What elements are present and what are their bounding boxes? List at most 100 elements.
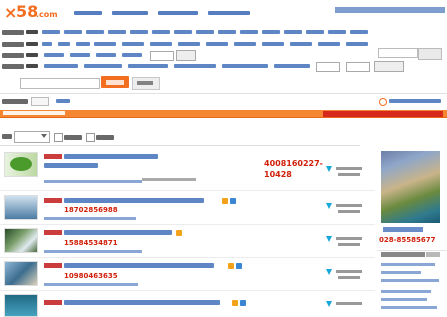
filter-area-option[interactable] xyxy=(218,30,236,34)
search-input[interactable] xyxy=(378,48,418,58)
filter-area-option[interactable] xyxy=(328,30,346,34)
breadcrumb-1[interactable] xyxy=(74,11,102,15)
breadcrumb-4[interactable] xyxy=(208,11,250,15)
filter-area-option[interactable] xyxy=(108,30,126,34)
filter-duration-option[interactable] xyxy=(70,53,90,57)
listing-divider xyxy=(0,224,375,225)
filter-price-all[interactable] xyxy=(26,64,38,68)
filter-area-option[interactable] xyxy=(196,30,214,34)
verified-label xyxy=(336,270,362,273)
right-link[interactable] xyxy=(381,306,437,309)
filter-price-option[interactable] xyxy=(274,64,310,68)
filter-days-option[interactable] xyxy=(178,42,200,46)
filter-area-option[interactable] xyxy=(86,30,104,34)
listing-thumbnail[interactable] xyxy=(4,294,38,317)
filter-area-option[interactable] xyxy=(284,30,302,34)
filter-days-option[interactable] xyxy=(76,42,90,46)
section-title xyxy=(3,111,65,115)
filter-days-option[interactable] xyxy=(122,42,144,46)
right-link[interactable] xyxy=(381,290,431,293)
breadcrumb-3[interactable] xyxy=(158,11,198,15)
right-link[interactable] xyxy=(381,271,421,274)
filter-area-option[interactable] xyxy=(152,30,170,34)
listing-title[interactable] xyxy=(64,154,158,159)
filter-price-option[interactable] xyxy=(128,64,168,68)
price-max-input[interactable] xyxy=(346,62,370,72)
listing-thumbnail[interactable] xyxy=(4,195,38,220)
ad-image[interactable] xyxy=(381,151,440,223)
right-divider xyxy=(377,250,447,251)
breadcrumb-2[interactable] xyxy=(112,11,148,15)
keyword-input[interactable] xyxy=(20,78,100,89)
ad-company-name[interactable] xyxy=(383,227,423,232)
right-section-more[interactable] xyxy=(426,252,440,257)
filter-duration-option[interactable] xyxy=(96,53,116,57)
duration-input[interactable] xyxy=(150,51,174,61)
badge-icon xyxy=(176,230,182,236)
filter-days-option[interactable] xyxy=(94,42,116,46)
filter-area-option[interactable] xyxy=(306,30,324,34)
listing-title-cont[interactable] xyxy=(44,163,98,168)
search-button[interactable] xyxy=(418,48,442,60)
filter-days-option[interactable] xyxy=(58,42,70,46)
header-links[interactable] xyxy=(335,7,445,13)
selected-tag[interactable] xyxy=(31,97,49,106)
filter-area-option[interactable] xyxy=(240,30,258,34)
listing-meta xyxy=(142,178,196,181)
listing-company[interactable] xyxy=(44,180,142,183)
filter-area-option[interactable] xyxy=(64,30,82,34)
filter-days-option[interactable] xyxy=(290,42,312,46)
verified-label xyxy=(338,173,360,176)
duration-filter-button[interactable] xyxy=(176,50,196,61)
verified-label xyxy=(338,210,360,213)
right-link[interactable] xyxy=(381,279,439,282)
filter-days-option[interactable] xyxy=(234,42,256,46)
filter-area-option[interactable] xyxy=(262,30,280,34)
help-icon[interactable] xyxy=(379,98,387,106)
filter-days-all[interactable] xyxy=(26,42,38,46)
right-link[interactable] xyxy=(381,298,427,301)
price-filter-button[interactable] xyxy=(374,61,404,72)
filter-duration-option[interactable] xyxy=(44,53,64,57)
filter-area-option[interactable] xyxy=(130,30,148,34)
filter-checkbox[interactable] xyxy=(54,133,63,142)
logo-58[interactable]: 58 xyxy=(16,2,38,21)
filter-duration-all[interactable] xyxy=(26,53,38,57)
filter-area-option[interactable] xyxy=(42,30,60,34)
filter-days-option[interactable] xyxy=(318,42,340,46)
filter-price-option[interactable] xyxy=(84,64,122,68)
listing-title[interactable] xyxy=(64,198,204,203)
listing-company[interactable] xyxy=(44,217,136,220)
right-link[interactable] xyxy=(381,263,435,266)
listing-company[interactable] xyxy=(44,283,138,286)
filter-area-all[interactable] xyxy=(26,30,38,34)
filter-price-option[interactable] xyxy=(222,64,268,68)
listing-tag xyxy=(44,154,62,159)
promo-link[interactable] xyxy=(323,111,443,117)
filter-days-option[interactable] xyxy=(150,42,172,46)
filter-price-option[interactable] xyxy=(44,64,78,68)
filter-label-price xyxy=(2,64,24,69)
listing-thumbnail[interactable] xyxy=(4,261,38,286)
filter-days-option[interactable] xyxy=(262,42,284,46)
price-min-input[interactable] xyxy=(316,62,340,72)
filter-price-option[interactable] xyxy=(174,64,216,68)
filter-area-option[interactable] xyxy=(350,30,368,34)
logo-com: .com xyxy=(36,10,58,19)
filter-days-option[interactable] xyxy=(346,42,368,46)
help-link[interactable] xyxy=(389,99,441,103)
filter-checkbox[interactable] xyxy=(86,133,95,142)
clear-filters-link[interactable] xyxy=(56,99,70,103)
filter-area-option[interactable] xyxy=(174,30,192,34)
right-section-title xyxy=(381,252,425,257)
filter-days-option[interactable] xyxy=(42,42,52,46)
listing-company[interactable] xyxy=(44,250,142,253)
listing-title[interactable] xyxy=(64,263,214,268)
listing-title[interactable] xyxy=(64,300,220,305)
listing-thumbnail[interactable] xyxy=(4,152,38,177)
filter-divider xyxy=(0,93,447,94)
filter-days-option[interactable] xyxy=(206,42,228,46)
filter-duration-option[interactable] xyxy=(122,53,142,57)
listing-title[interactable] xyxy=(64,230,172,235)
listing-thumbnail[interactable] xyxy=(4,228,38,253)
